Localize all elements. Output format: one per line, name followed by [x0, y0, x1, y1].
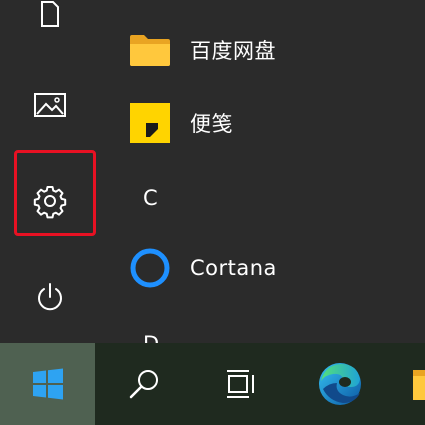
pictures-icon	[34, 93, 66, 117]
cortana-icon	[128, 246, 172, 290]
app-cortana[interactable]: Cortana	[110, 238, 425, 298]
search-icon	[129, 370, 158, 399]
app-sticky-notes[interactable]: 便笺	[110, 93, 425, 153]
power-button[interactable]	[0, 262, 100, 332]
taskbar	[0, 343, 425, 425]
app-label: 便笺	[190, 112, 233, 136]
edge-icon	[319, 363, 361, 405]
app-label: 百度网盘	[190, 39, 276, 63]
sticky-notes-icon	[128, 101, 172, 145]
app-list: 百度网盘 便笺 C Cortana D	[110, 0, 425, 356]
documents-button[interactable]	[0, 0, 100, 50]
start-button[interactable]	[0, 343, 95, 425]
gear-icon	[33, 186, 67, 219]
document-icon	[41, 1, 59, 27]
edge-button[interactable]	[295, 343, 385, 425]
pictures-button[interactable]	[0, 70, 100, 140]
app-baidu-netdisk[interactable]: 百度网盘	[110, 20, 425, 80]
start-left-rail	[0, 0, 100, 343]
folder-icon	[128, 28, 172, 72]
section-letter-c[interactable]: C	[143, 186, 158, 210]
power-icon	[38, 283, 62, 311]
file-explorer-button[interactable]	[405, 343, 425, 425]
app-label: Cortana	[190, 256, 277, 280]
search-button[interactable]	[95, 343, 195, 425]
windows-start-icon	[32, 368, 63, 400]
settings-button[interactable]	[0, 166, 100, 236]
file-explorer-icon	[413, 370, 425, 400]
task-view-button[interactable]	[195, 343, 285, 425]
start-menu: 百度网盘 便笺 C Cortana D	[0, 0, 425, 356]
task-view-icon	[227, 370, 254, 398]
